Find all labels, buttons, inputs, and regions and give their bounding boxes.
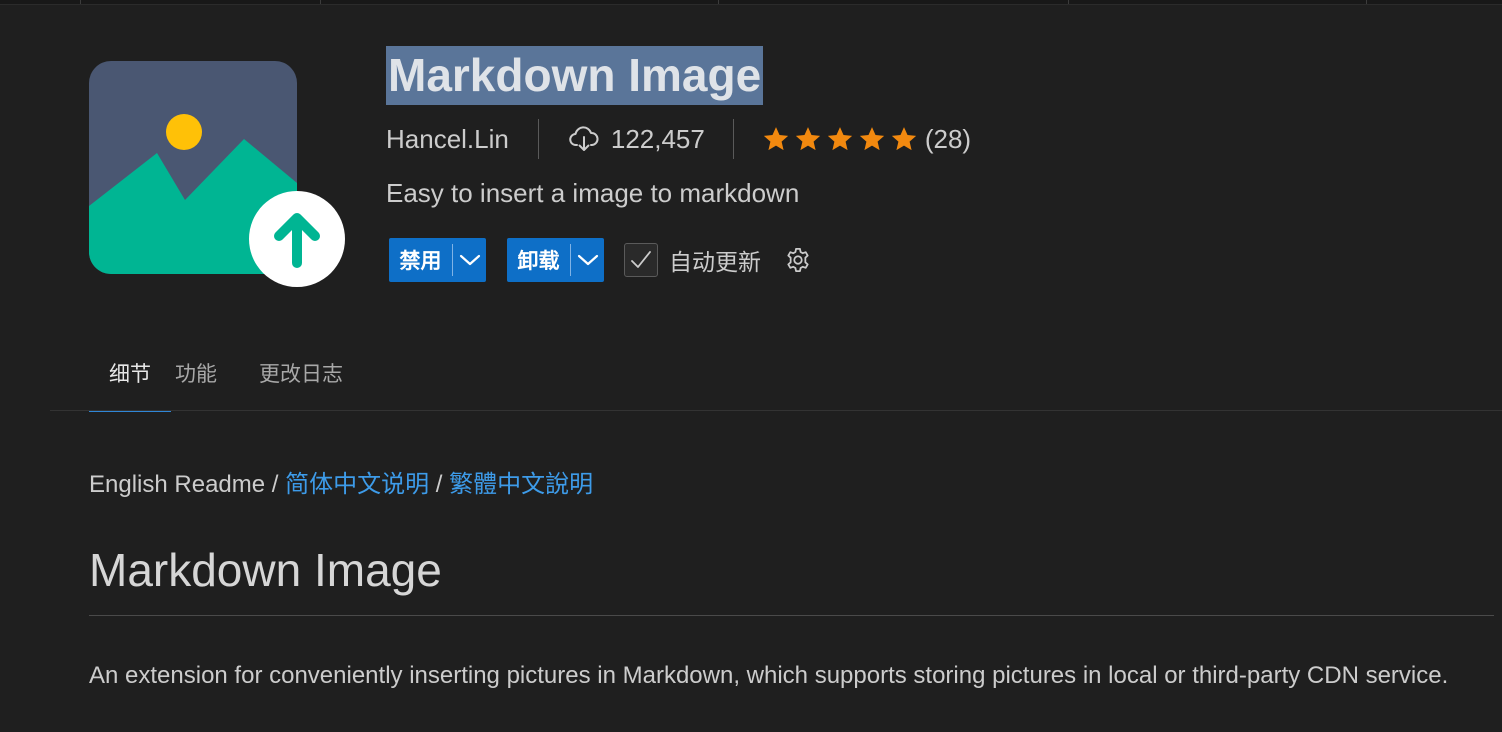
meta-divider — [732, 119, 734, 159]
rating-stars[interactable]: (28) — [762, 124, 971, 155]
disable-button[interactable]: 禁用 — [389, 238, 452, 282]
extension-meta-row: Hancel.Lin 122,457 (28) — [386, 118, 971, 160]
disable-dropdown-button[interactable] — [453, 238, 486, 282]
tab-bar-divider — [50, 410, 1502, 411]
lang-separator: / — [435, 471, 443, 498]
uninstall-split-button: 卸载 — [507, 238, 604, 282]
extension-title: Markdown Image — [386, 46, 764, 105]
star-icon — [891, 127, 916, 151]
tab-features[interactable]: 功能 — [172, 348, 239, 412]
editor-tab-strip — [0, 0, 1502, 5]
lang-separator: / — [271, 471, 279, 498]
chevron-down-icon — [577, 254, 598, 266]
rating-count: (28) — [924, 123, 972, 154]
gear-icon[interactable] — [784, 246, 812, 274]
details-tab-bar: 细节 功能 更改日志 — [89, 348, 343, 412]
star-icon — [795, 127, 820, 151]
uninstall-dropdown-button[interactable] — [571, 238, 604, 282]
extension-description: Easy to insert a image to markdown — [386, 178, 800, 208]
chevron-down-icon — [459, 254, 480, 266]
readme-lang-current: English Readme — [89, 471, 266, 498]
star-icon — [859, 127, 884, 151]
disable-split-button: 禁用 — [389, 238, 486, 282]
uninstall-button[interactable]: 卸载 — [507, 238, 570, 282]
extension-actions: 禁用 卸载 自动更新 — [389, 238, 812, 282]
heading-rule — [89, 615, 1494, 616]
check-icon — [631, 251, 651, 268]
tab-strip-border — [0, 4, 1502, 5]
extension-details-page: Markdown Image Hancel.Lin 122,457 (28) E… — [0, 0, 1502, 732]
star-icon — [827, 127, 852, 151]
readme-heading: Markdown Image — [89, 544, 442, 596]
auto-update-label[interactable]: 自动更新 — [669, 243, 761, 277]
readme-link-zh-cn[interactable]: 简体中文说明 — [285, 471, 429, 498]
readme-language-links: English Readme / 简体中文说明 / 繁體中文說明 — [89, 464, 593, 499]
tab-changelog[interactable]: 更改日志 — [239, 348, 343, 412]
readme-paragraph: An extension for conveniently inserting … — [89, 662, 1449, 689]
image-upload-icon — [89, 61, 345, 287]
download-count: 122,457 — [610, 123, 705, 154]
meta-divider — [537, 119, 539, 159]
readme-link-zh-tw[interactable]: 繁體中文說明 — [449, 471, 593, 498]
star-icon — [763, 127, 788, 151]
tab-details[interactable]: 细节 — [89, 348, 171, 412]
auto-update-checkbox[interactable] — [624, 243, 658, 277]
publisher-link[interactable]: Hancel.Lin — [386, 124, 509, 155]
cloud-download-icon — [569, 126, 599, 151]
